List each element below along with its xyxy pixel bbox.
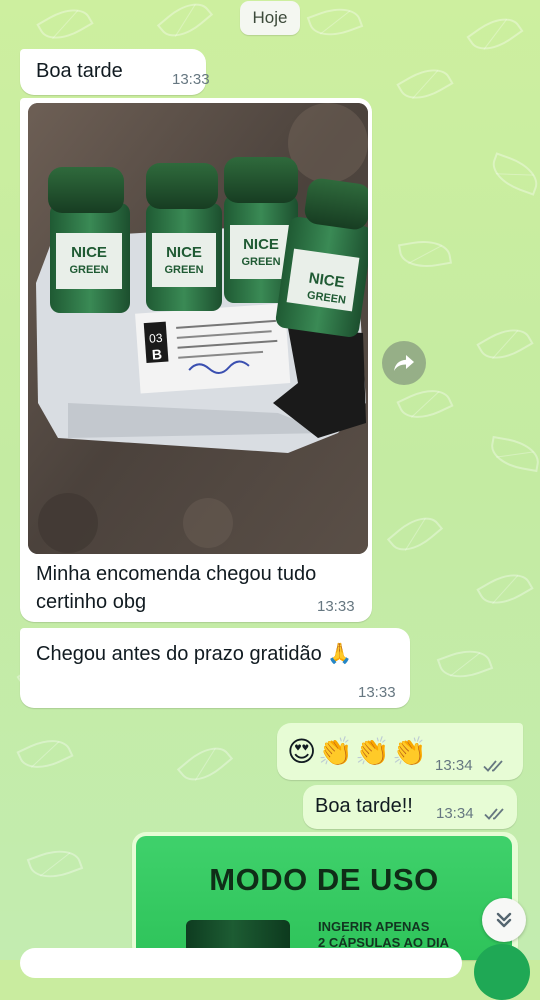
leaf-pattern xyxy=(386,507,444,561)
leaf-pattern xyxy=(156,0,214,47)
label-letter: B xyxy=(151,346,162,363)
forward-button[interactable] xyxy=(382,341,426,385)
scroll-to-bottom-button[interactable] xyxy=(482,898,526,942)
forward-icon xyxy=(394,355,414,371)
bottle-brand: GREEN xyxy=(241,256,280,268)
message-time: 13:33 xyxy=(317,598,355,615)
bottle-brand: GREEN xyxy=(164,264,203,276)
bottle-brand: GREEN xyxy=(69,264,108,276)
label-code: 03 xyxy=(149,331,164,346)
message-time: 13:34 xyxy=(436,805,474,822)
leaf-pattern xyxy=(36,0,94,49)
photo-content: 03 B NICE GREEN NICE GREEN NICE GREEN NI… xyxy=(28,103,368,554)
leaf-pattern xyxy=(436,642,494,686)
leaf-pattern xyxy=(466,8,524,60)
message-input[interactable] xyxy=(20,948,462,978)
leaf-pattern xyxy=(476,319,534,369)
incoming-photo-message[interactable]: 03 B NICE GREEN NICE GREEN NICE GREEN NI… xyxy=(20,98,372,622)
instructions-image[interactable]: MODO DE USO INGERIR APENAS 2 CÁPSULAS AO… xyxy=(136,836,512,960)
double-check-icon xyxy=(484,808,504,820)
message-time: 13:33 xyxy=(358,684,396,701)
double-chevron-down-icon xyxy=(496,912,512,928)
message-text: Chegou antes do prazo gratidão 🙏 xyxy=(36,643,353,665)
leaf-pattern xyxy=(486,152,540,196)
date-label: Hoje xyxy=(252,8,288,27)
card-subtitle-line: INGERIR APENAS xyxy=(318,919,430,934)
bottle-brand: NICE xyxy=(243,236,279,253)
double-check-icon xyxy=(483,760,503,772)
bottle-brand: NICE xyxy=(71,244,107,261)
clapping-hands-emoji: 👏 xyxy=(391,736,427,767)
bottle-brand: NICE xyxy=(166,244,202,261)
date-divider: Hoje xyxy=(240,1,300,35)
card-title: MODO DE USO xyxy=(209,862,439,897)
message-time: 13:34 xyxy=(435,757,473,774)
incoming-message[interactable]: Chegou antes do prazo gratidão 🙏 13:33 xyxy=(20,628,410,708)
outgoing-image-message[interactable]: MODO DE USO INGERIR APENAS 2 CÁPSULAS AO… xyxy=(132,832,518,960)
card-subtitle: INGERIR APENAS 2 CÁPSULAS AO DIA xyxy=(318,919,498,951)
leaf-pattern xyxy=(176,737,234,791)
message-text: Boa tarde!! xyxy=(315,795,413,817)
leaf-pattern xyxy=(396,59,454,109)
message-time: 13:33 xyxy=(172,71,210,88)
message-photo[interactable]: 03 B NICE GREEN NICE GREEN NICE GREEN NI… xyxy=(28,103,368,554)
emoji-row: 😍 👏 👏 👏 xyxy=(287,733,427,771)
heart-eyes-emoji: 😍 xyxy=(287,736,317,767)
leaf-pattern xyxy=(26,842,84,886)
leaf-pattern xyxy=(396,380,454,428)
incoming-message[interactable]: Boa tarde 13:33 xyxy=(20,49,210,95)
outgoing-message[interactable]: Boa tarde!! 13:34 xyxy=(303,785,517,829)
clapping-hands-emoji: 👏 xyxy=(318,736,354,767)
message-text: Boa tarde xyxy=(36,60,123,82)
leaf-pattern xyxy=(16,730,74,778)
outgoing-message[interactable]: 😍 👏 👏 👏 13:34 xyxy=(277,723,523,780)
leaf-pattern xyxy=(306,0,364,44)
leaf-pattern xyxy=(487,435,540,473)
clapping-hands-emoji: 👏 xyxy=(355,736,390,767)
mic-button[interactable] xyxy=(474,944,530,1000)
leaf-pattern xyxy=(397,235,453,273)
leaf-pattern xyxy=(476,564,534,614)
